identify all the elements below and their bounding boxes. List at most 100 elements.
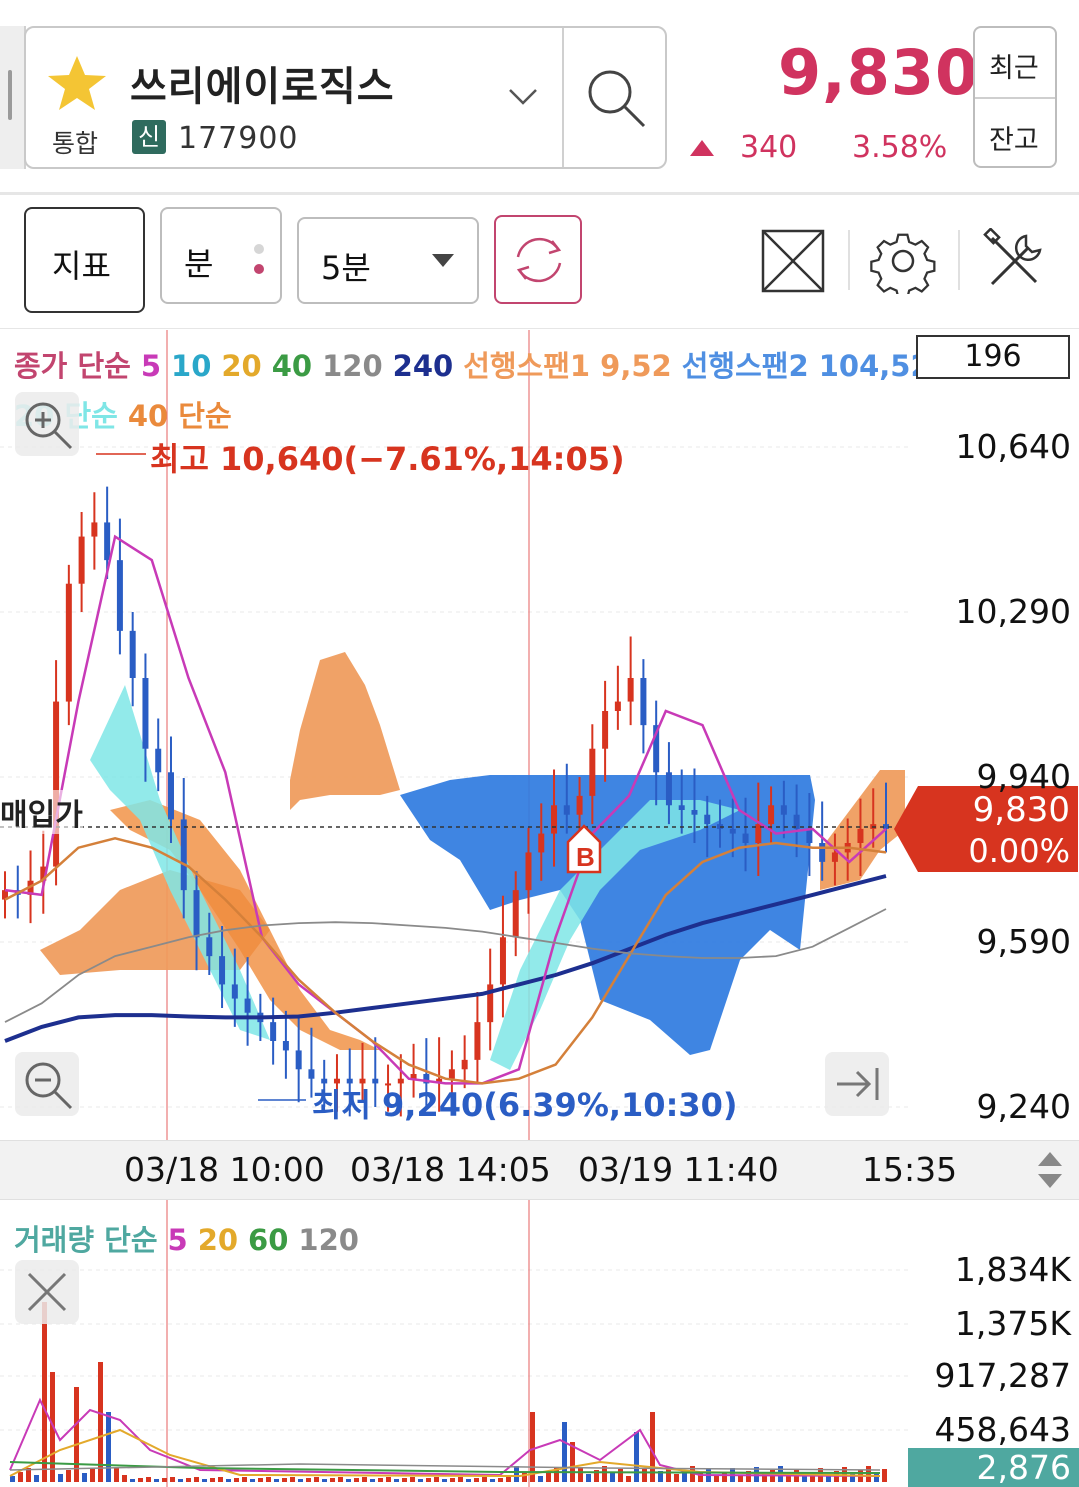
- indicator-legend[interactable]: 종가 단순 5 10 20 40 120 240 선행스팬1 9,52 선행스팬2 104,52: [14, 343, 941, 385]
- volume-bar: [250, 1479, 255, 1482]
- zoom-out-button[interactable]: [15, 1052, 79, 1116]
- volume-bar: [162, 1478, 167, 1482]
- volume-bar: [426, 1478, 431, 1482]
- volume-bar: [114, 1468, 119, 1482]
- candle-body: [116, 560, 123, 631]
- volume-bar: [90, 1469, 95, 1482]
- candle-body: [206, 937, 213, 957]
- indicator-button[interactable]: 지표: [24, 207, 145, 313]
- volume-bar: [202, 1479, 207, 1482]
- dot-icon: [254, 244, 264, 254]
- time-tick-label: 03/18 14:05: [350, 1150, 551, 1189]
- side-drawer-tab[interactable]: [0, 26, 26, 169]
- volume-bar: [882, 1469, 887, 1482]
- zoom-in-button[interactable]: [15, 392, 79, 456]
- recent-balance-toggle[interactable]: 최근 잔고: [973, 26, 1057, 168]
- volume-bar: [874, 1473, 879, 1482]
- candle-body: [551, 805, 558, 834]
- volume-bar: [466, 1479, 471, 1482]
- candle-body: [768, 805, 775, 825]
- current-price-tag: 9,830 0.00%: [894, 786, 1078, 872]
- candle-body: [704, 814, 711, 825]
- volume-bar: [442, 1479, 447, 1482]
- volume-bar: [410, 1477, 415, 1482]
- volume-bar: [386, 1477, 391, 1482]
- fullscreen-icon[interactable]: [760, 228, 826, 294]
- volume-tick-label: 1,375K: [954, 1304, 1071, 1343]
- tag-price: 9,830: [972, 790, 1070, 830]
- volume-bar: [290, 1477, 295, 1482]
- legend-item-3: 20: [221, 349, 262, 383]
- volume-bar: [210, 1478, 215, 1482]
- volume-bar: [186, 1478, 191, 1482]
- stock-name: 쓰리에이로직스: [130, 64, 395, 110]
- price-tick-label: 9,240: [976, 1087, 1071, 1126]
- volume-tick-label: 1,834K: [954, 1250, 1071, 1289]
- tag-change: 0.00%: [968, 832, 1070, 870]
- legend-item-1: 5: [140, 349, 162, 383]
- close-icon: [27, 1272, 67, 1312]
- current-volume-tag: 2,876: [908, 1448, 1079, 1487]
- legend-item-0: 종가 단순: [14, 349, 131, 383]
- candle-body: [806, 828, 813, 843]
- candle-body: [665, 772, 672, 806]
- market-label: 통합: [52, 129, 99, 158]
- volume-bar: [490, 1479, 495, 1482]
- candle-body: [308, 1069, 315, 1079]
- search-icon[interactable]: [582, 64, 652, 134]
- volume-bar: [618, 1469, 623, 1482]
- volume-bar: [866, 1466, 871, 1482]
- volume-bar: [306, 1478, 311, 1482]
- volume-bar: [138, 1478, 143, 1482]
- candle-body: [193, 890, 200, 938]
- volume-bar: [314, 1477, 319, 1482]
- candle-body: [831, 852, 838, 862]
- star-icon[interactable]: [46, 54, 108, 112]
- volume-bar: [154, 1479, 159, 1482]
- chart-top-separator: [0, 328, 1079, 329]
- candle-body: [65, 583, 72, 702]
- candle-body: [729, 828, 736, 834]
- candle-body: [219, 956, 226, 985]
- candle-count[interactable]: 196: [916, 335, 1070, 379]
- stock-box-divider: [562, 28, 564, 167]
- candle-body: [640, 678, 647, 726]
- chevron-down-icon[interactable]: [506, 76, 540, 116]
- volume-bar: [394, 1479, 399, 1482]
- candle-body: [142, 678, 149, 749]
- volume-bar: [802, 1476, 807, 1482]
- volume-legend-row: 거래량 단순 5 20 60 120: [14, 1223, 369, 1257]
- volume-legend[interactable]: 거래량 단순 5 20 60 120: [14, 1217, 369, 1259]
- volume-legend-item-4: 120: [298, 1223, 359, 1257]
- candle-body: [180, 819, 187, 891]
- minute-button[interactable]: 분: [160, 207, 282, 304]
- tools-icon[interactable]: [982, 228, 1048, 294]
- volume-bar: [226, 1479, 231, 1482]
- gear-icon[interactable]: [870, 228, 936, 294]
- volume-bar: [578, 1467, 583, 1482]
- refresh-button[interactable]: [494, 215, 582, 304]
- candle-body: [167, 772, 174, 820]
- volume-bar: [538, 1476, 543, 1482]
- stock-selector[interactable]: 쓰리에이로직스 통합 신 177900: [24, 26, 667, 169]
- buy-marker-label: B: [576, 842, 595, 872]
- high-price-label: 최고 10,640(−7.61%,14:05): [150, 440, 625, 478]
- volume-bar: [402, 1478, 407, 1482]
- candle-body: [589, 748, 596, 796]
- price-tick-label: 9,940: [976, 757, 1071, 796]
- current-volume: 2,876: [976, 1448, 1071, 1487]
- scroll-to-latest-button[interactable]: [825, 1052, 889, 1116]
- legend-item-8: 선행스팬2 104,52: [681, 349, 931, 383]
- volume-bar: [282, 1478, 287, 1482]
- candle-body: [461, 1059, 468, 1070]
- volume-ma-120-line: [9, 1463, 881, 1471]
- price-change: 340: [740, 130, 798, 165]
- legend-item-5: 120: [322, 349, 383, 383]
- candle-body: [525, 852, 532, 891]
- candle-body: [678, 805, 685, 810]
- candle-body: [91, 522, 98, 537]
- balance-button[interactable]: 잔고: [989, 118, 1039, 157]
- recent-button[interactable]: 최근: [989, 46, 1039, 85]
- close-volume-button[interactable]: [15, 1260, 79, 1324]
- sort-arrows-icon[interactable]: [1032, 1148, 1068, 1192]
